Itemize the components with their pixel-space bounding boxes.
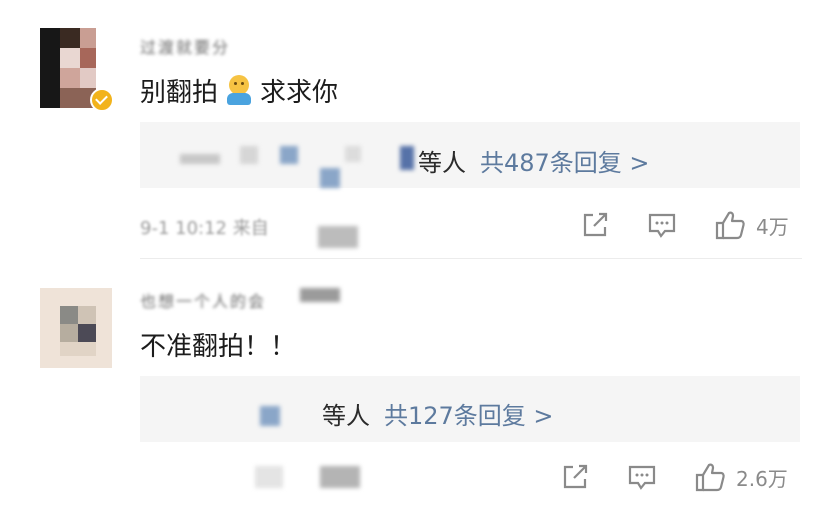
reply-prefix: 等人 [322, 402, 370, 430]
comment-text-part: 别翻拍 [140, 78, 219, 108]
like-count: 2.6万 [736, 466, 788, 491]
like-button[interactable]: 4万 [714, 209, 789, 241]
avatar[interactable] [40, 288, 112, 368]
blurred-block [318, 226, 358, 248]
reply-summary[interactable]: 等人 共487条回复 > [418, 143, 650, 178]
blurred-block [255, 466, 283, 488]
share-icon [563, 464, 588, 489]
reply-prefix: 等人 [418, 149, 466, 177]
comment-icon [648, 213, 676, 238]
blurred-block [320, 466, 360, 488]
like-icon [715, 211, 745, 240]
timestamp: 9-1 10:12 来自 [140, 218, 269, 239]
comment-text-part: 求求你 [260, 78, 339, 108]
share-button[interactable] [580, 210, 610, 240]
share-button[interactable] [560, 462, 590, 492]
comment-icon [628, 465, 656, 490]
reply-summary[interactable]: 等人 共127条回复 > [322, 396, 554, 431]
blurred-replier-avatars [180, 140, 420, 200]
blurred-block [300, 288, 340, 302]
like-icon [695, 463, 725, 492]
share-icon [583, 212, 608, 237]
person-emoji-icon [224, 75, 254, 105]
reply-count-link[interactable]: 共487条回复 > [480, 149, 650, 177]
username[interactable]: 也想一个人的会 [140, 288, 266, 312]
verified-badge-icon [90, 88, 114, 112]
like-count: 4万 [756, 214, 789, 239]
comment-text: 别翻拍 求求你 [140, 72, 338, 109]
username[interactable]: 过渡就要分 [140, 34, 230, 58]
comment-button[interactable] [647, 210, 677, 240]
like-button[interactable]: 2.6万 [694, 461, 788, 493]
comment-text: 不准翻拍！！ [140, 332, 297, 362]
reply-count-link[interactable]: 共127条回复 > [384, 402, 554, 430]
comment-button[interactable] [627, 462, 657, 492]
divider [140, 258, 802, 259]
blurred-replier-avatars [250, 400, 310, 440]
